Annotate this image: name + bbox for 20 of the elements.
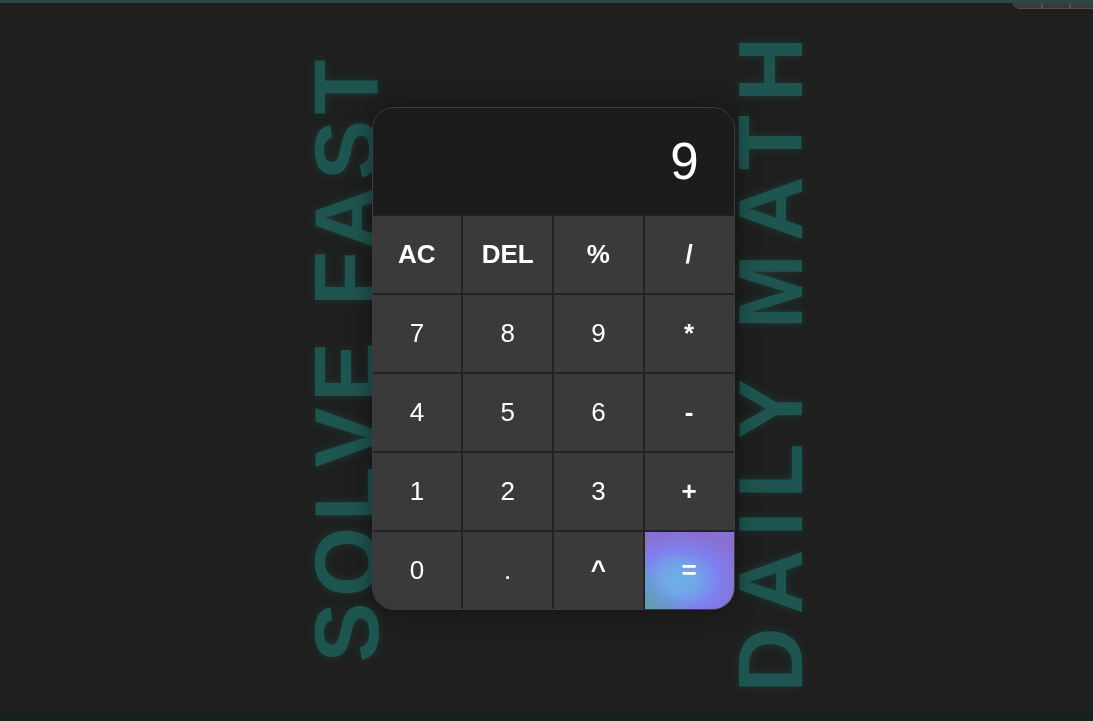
digit-key[interactable]: 7	[372, 295, 462, 372]
digit-key[interactable]: 5	[463, 374, 552, 451]
operator-key[interactable]: ^	[554, 532, 643, 609]
operator-key[interactable]: *	[644, 295, 734, 372]
digit-key[interactable]: 0	[372, 532, 462, 609]
display-value: 9	[670, 136, 699, 187]
digit-key[interactable]: 1	[372, 453, 462, 530]
digit-key[interactable]: 9	[554, 295, 643, 372]
digit-key[interactable]: 4	[372, 374, 462, 451]
operator-key[interactable]: +	[644, 453, 734, 530]
digit-key[interactable]: 6	[554, 374, 643, 451]
operator-key[interactable]: /	[644, 216, 734, 293]
operator-key[interactable]: %	[554, 216, 643, 293]
digit-key[interactable]: 2	[463, 453, 552, 530]
function-key[interactable]: AC	[372, 216, 462, 293]
digit-key[interactable]: 3	[554, 453, 643, 530]
function-key[interactable]: DEL	[463, 216, 552, 293]
digit-key[interactable]: .	[463, 532, 552, 609]
operator-key[interactable]: -	[644, 374, 734, 451]
digit-key[interactable]: 8	[463, 295, 552, 372]
